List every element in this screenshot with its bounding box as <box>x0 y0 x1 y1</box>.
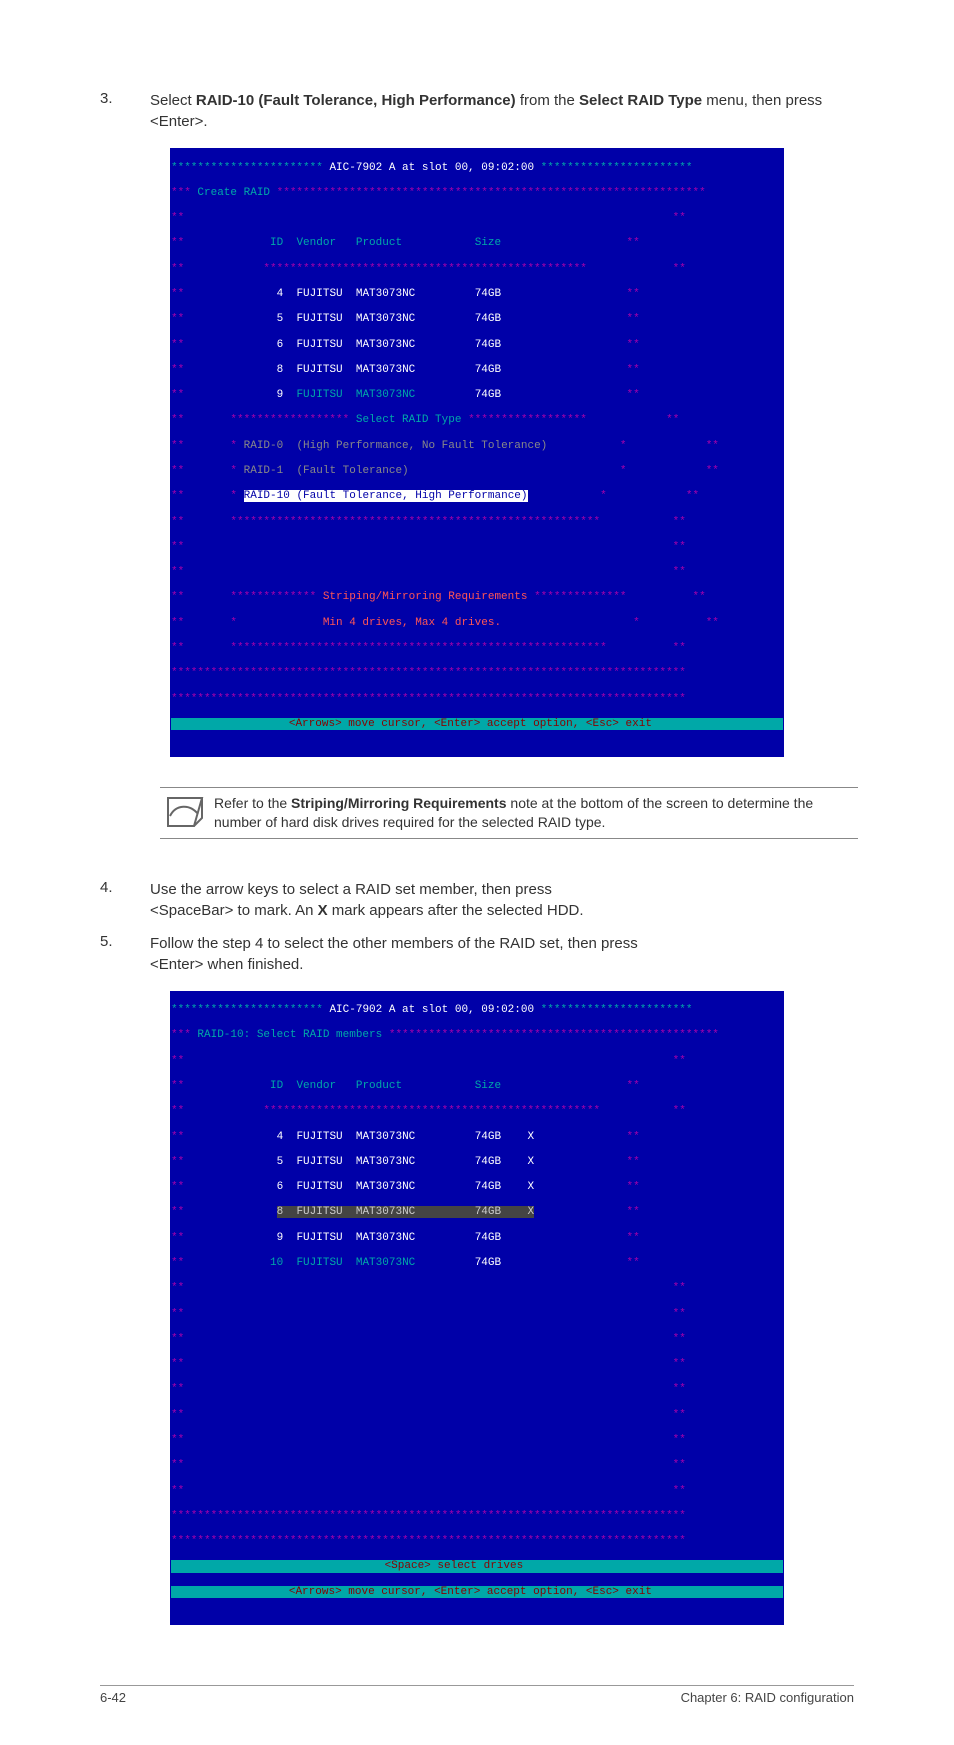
terminal-footer: <Arrows> move cursor, <Enter> accept opt… <box>171 1586 783 1599</box>
note-icon <box>164 794 206 830</box>
step-text: Select RAID-10 (Fault Tolerance, High Pe… <box>150 90 854 132</box>
step-number: 5. <box>100 933 150 975</box>
text: <SpaceBar> to mark. An <box>150 902 318 919</box>
terminal-select-members: *********************** AIC-7902 A at sl… <box>170 991 784 1625</box>
text-bold: X <box>318 902 328 919</box>
text: Select <box>150 92 196 109</box>
text-bold: RAID-10 (Fault Tolerance, High Performan… <box>196 92 516 109</box>
terminal-create-raid: *********************** AIC-7902 A at sl… <box>170 148 784 757</box>
text-bold: Select RAID Type <box>579 92 702 109</box>
step-4: 4. Use the arrow keys to select a RAID s… <box>100 879 854 921</box>
text: Refer to the <box>214 795 291 811</box>
step-5: 5. Follow the step 4 to select the other… <box>100 933 854 975</box>
terminal-hint: <Space> select drives <box>171 1560 783 1573</box>
text: from the <box>516 92 579 109</box>
terminal-footer: <Arrows> move cursor, <Enter> accept opt… <box>171 718 783 731</box>
step-number: 4. <box>100 879 150 921</box>
note-text: Refer to the Striping/Mirroring Requirem… <box>214 794 854 832</box>
text-bold: Striping/Mirroring Requirements <box>291 795 506 811</box>
step-3: 3. Select RAID-10 (Fault Tolerance, High… <box>100 90 854 132</box>
text: Use the arrow keys to select a RAID set … <box>150 881 552 898</box>
text: <Enter> when finished. <box>150 956 303 973</box>
text: mark appears after the selected HDD. <box>328 902 584 919</box>
chapter-title: Chapter 6: RAID configuration <box>681 1690 854 1705</box>
step-number: 3. <box>100 90 150 132</box>
step-text: Follow the step 4 to select the other me… <box>150 933 854 975</box>
page-number: 6-42 <box>100 1690 126 1705</box>
page-footer: 6-42 Chapter 6: RAID configuration <box>100 1685 854 1705</box>
step-text: Use the arrow keys to select a RAID set … <box>150 879 854 921</box>
text: Follow the step 4 to select the other me… <box>150 935 638 952</box>
note-block: Refer to the Striping/Mirroring Requirem… <box>160 787 858 839</box>
